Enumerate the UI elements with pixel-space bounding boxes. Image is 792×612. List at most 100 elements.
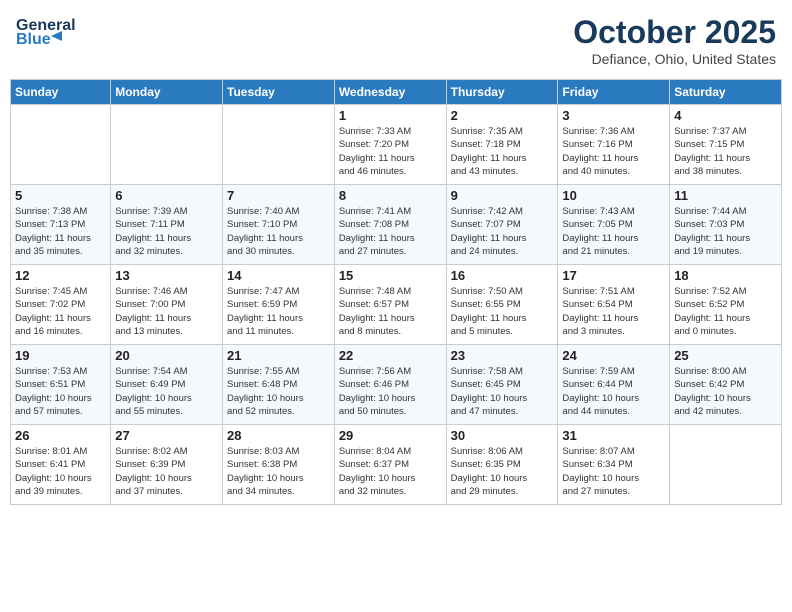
day-number: 25 — [674, 348, 777, 363]
calendar-cell: 5Sunrise: 7:38 AM Sunset: 7:13 PM Daylig… — [11, 185, 111, 265]
day-info: Sunrise: 7:47 AM Sunset: 6:59 PM Dayligh… — [227, 285, 330, 338]
day-info: Sunrise: 7:39 AM Sunset: 7:11 PM Dayligh… — [115, 205, 218, 258]
month-title: October 2025 — [573, 14, 776, 51]
day-number: 20 — [115, 348, 218, 363]
day-info: Sunrise: 7:33 AM Sunset: 7:20 PM Dayligh… — [339, 125, 442, 178]
day-number: 13 — [115, 268, 218, 283]
day-info: Sunrise: 7:41 AM Sunset: 7:08 PM Dayligh… — [339, 205, 442, 258]
calendar-cell: 22 Sunrise: 7:56 AM Sunset: 6:46 PM Dayli… — [334, 345, 446, 425]
calendar-cell: 9Sunrise: 7:42 AM Sunset: 7:07 PM Daylig… — [446, 185, 558, 265]
day-info: Sunrise: 7:59 AM Sunset: 6:44 PM Dayligh… — [562, 365, 665, 418]
calendar-cell: 28Sunrise: 8:03 AM Sunset: 6:38 PM Dayli… — [223, 425, 335, 505]
svg-text:Blue: Blue — [16, 31, 51, 48]
day-info: Sunrise: 7:58 AM Sunset: 6:45 PM Dayligh… — [451, 365, 554, 418]
calendar-cell: 21 Sunrise: 7:55 AM Sunset: 6:48 PM Dayli… — [223, 345, 335, 425]
week-row-4: 19 Sunrise: 7:53 AM Sunset: 6:51 PM Dayli… — [11, 345, 782, 425]
calendar-cell: 11Sunrise: 7:44 AM Sunset: 7:03 PM Dayli… — [670, 185, 782, 265]
day-number: 30 — [451, 428, 554, 443]
day-info: Sunrise: 7:35 AM Sunset: 7:18 PM Dayligh… — [451, 125, 554, 178]
day-number: 12 — [15, 268, 106, 283]
calendar-cell — [670, 425, 782, 505]
day-number: 17 — [562, 268, 665, 283]
calendar-cell — [223, 105, 335, 185]
day-header-wednesday: Wednesday — [334, 80, 446, 105]
calendar-cell: 24 Sunrise: 7:59 AM Sunset: 6:44 PM Dayli… — [558, 345, 670, 425]
day-info: Sunrise: 8:01 AM Sunset: 6:41 PM Dayligh… — [15, 445, 106, 498]
calendar-cell: 14 Sunrise: 7:47 AM Sunset: 6:59 PM Dayli… — [223, 265, 335, 345]
calendar-cell: 31Sunrise: 8:07 AM Sunset: 6:34 PM Dayli… — [558, 425, 670, 505]
day-number: 31 — [562, 428, 665, 443]
calendar-cell: 23 Sunrise: 7:58 AM Sunset: 6:45 PM Dayli… — [446, 345, 558, 425]
day-number: 19 — [15, 348, 106, 363]
week-row-2: 5Sunrise: 7:38 AM Sunset: 7:13 PM Daylig… — [11, 185, 782, 265]
calendar-cell: 3Sunrise: 7:36 AM Sunset: 7:16 PM Daylig… — [558, 105, 670, 185]
week-row-3: 12 Sunrise: 7:45 AM Sunset: 7:02 PM Dayli… — [11, 265, 782, 345]
week-row-1: 1Sunrise: 7:33 AM Sunset: 7:20 PM Daylig… — [11, 105, 782, 185]
day-info: Sunrise: 7:43 AM Sunset: 7:05 PM Dayligh… — [562, 205, 665, 258]
calendar-cell: 29 Sunrise: 8:04 AM Sunset: 6:37 PM Dayli… — [334, 425, 446, 505]
day-info: Sunrise: 8:00 AM Sunset: 6:42 PM Dayligh… — [674, 365, 777, 418]
day-info: Sunrise: 7:45 AM Sunset: 7:02 PM Dayligh… — [15, 285, 106, 338]
day-number: 15 — [339, 268, 442, 283]
day-number: 24 — [562, 348, 665, 363]
day-number: 23 — [451, 348, 554, 363]
day-number: 2 — [451, 108, 554, 123]
day-header-monday: Monday — [111, 80, 223, 105]
calendar-cell: 26 Sunrise: 8:01 AM Sunset: 6:41 PM Dayli… — [11, 425, 111, 505]
calendar-table: SundayMondayTuesdayWednesdayThursdayFrid… — [10, 79, 782, 505]
day-number: 29 — [339, 428, 442, 443]
day-info: Sunrise: 7:54 AM Sunset: 6:49 PM Dayligh… — [115, 365, 218, 418]
day-header-thursday: Thursday — [446, 80, 558, 105]
day-info: Sunrise: 8:04 AM Sunset: 6:37 PM Dayligh… — [339, 445, 442, 498]
calendar-cell: 19 Sunrise: 7:53 AM Sunset: 6:51 PM Dayli… — [11, 345, 111, 425]
day-number: 10 — [562, 188, 665, 203]
day-number: 3 — [562, 108, 665, 123]
day-header-tuesday: Tuesday — [223, 80, 335, 105]
location: Defiance, Ohio, United States — [573, 51, 776, 67]
day-number: 7 — [227, 188, 330, 203]
day-info: Sunrise: 7:53 AM Sunset: 6:51 PM Dayligh… — [15, 365, 106, 418]
logo-svg: GeneralBlue — [16, 14, 96, 49]
day-number: 18 — [674, 268, 777, 283]
calendar-cell: 20 Sunrise: 7:54 AM Sunset: 6:49 PM Dayli… — [111, 345, 223, 425]
day-number: 21 — [227, 348, 330, 363]
calendar-cell: 30Sunrise: 8:06 AM Sunset: 6:35 PM Dayli… — [446, 425, 558, 505]
day-number: 28 — [227, 428, 330, 443]
calendar-cell: 13Sunrise: 7:46 AM Sunset: 7:00 PM Dayli… — [111, 265, 223, 345]
week-row-5: 26 Sunrise: 8:01 AM Sunset: 6:41 PM Dayli… — [11, 425, 782, 505]
day-number: 27 — [115, 428, 218, 443]
day-number: 22 — [339, 348, 442, 363]
day-number: 4 — [674, 108, 777, 123]
calendar-cell: 25 Sunrise: 8:00 AM Sunset: 6:42 PM Dayli… — [670, 345, 782, 425]
calendar-cell — [11, 105, 111, 185]
calendar-cell: 16Sunrise: 7:50 AM Sunset: 6:55 PM Dayli… — [446, 265, 558, 345]
day-number: 14 — [227, 268, 330, 283]
day-number: 8 — [339, 188, 442, 203]
calendar-cell: 12 Sunrise: 7:45 AM Sunset: 7:02 PM Dayli… — [11, 265, 111, 345]
header: GeneralBlue October 2025 Defiance, Ohio,… — [10, 10, 782, 71]
day-header-sunday: Sunday — [11, 80, 111, 105]
day-info: Sunrise: 8:02 AM Sunset: 6:39 PM Dayligh… — [115, 445, 218, 498]
day-info: Sunrise: 7:51 AM Sunset: 6:54 PM Dayligh… — [562, 285, 665, 338]
day-info: Sunrise: 7:40 AM Sunset: 7:10 PM Dayligh… — [227, 205, 330, 258]
day-info: Sunrise: 7:44 AM Sunset: 7:03 PM Dayligh… — [674, 205, 777, 258]
logo: GeneralBlue — [16, 14, 96, 49]
day-info: Sunrise: 7:37 AM Sunset: 7:15 PM Dayligh… — [674, 125, 777, 178]
calendar-cell: 2 Sunrise: 7:35 AM Sunset: 7:18 PM Daylig… — [446, 105, 558, 185]
calendar-cell: 1Sunrise: 7:33 AM Sunset: 7:20 PM Daylig… — [334, 105, 446, 185]
calendar-cell: 10 Sunrise: 7:43 AM Sunset: 7:05 PM Dayli… — [558, 185, 670, 265]
day-number: 26 — [15, 428, 106, 443]
day-header-saturday: Saturday — [670, 80, 782, 105]
day-number: 6 — [115, 188, 218, 203]
day-info: Sunrise: 7:55 AM Sunset: 6:48 PM Dayligh… — [227, 365, 330, 418]
calendar-cell: 8 Sunrise: 7:41 AM Sunset: 7:08 PM Daylig… — [334, 185, 446, 265]
header-row: SundayMondayTuesdayWednesdayThursdayFrid… — [11, 80, 782, 105]
calendar-cell: 15Sunrise: 7:48 AM Sunset: 6:57 PM Dayli… — [334, 265, 446, 345]
calendar-cell: 6 Sunrise: 7:39 AM Sunset: 7:11 PM Daylig… — [111, 185, 223, 265]
calendar-cell: 18Sunrise: 7:52 AM Sunset: 6:52 PM Dayli… — [670, 265, 782, 345]
calendar-cell: 17 Sunrise: 7:51 AM Sunset: 6:54 PM Dayli… — [558, 265, 670, 345]
day-header-friday: Friday — [558, 80, 670, 105]
calendar-cell: 27 Sunrise: 8:02 AM Sunset: 6:39 PM Dayli… — [111, 425, 223, 505]
calendar-cell: 4 Sunrise: 7:37 AM Sunset: 7:15 PM Daylig… — [670, 105, 782, 185]
day-info: Sunrise: 7:56 AM Sunset: 6:46 PM Dayligh… — [339, 365, 442, 418]
